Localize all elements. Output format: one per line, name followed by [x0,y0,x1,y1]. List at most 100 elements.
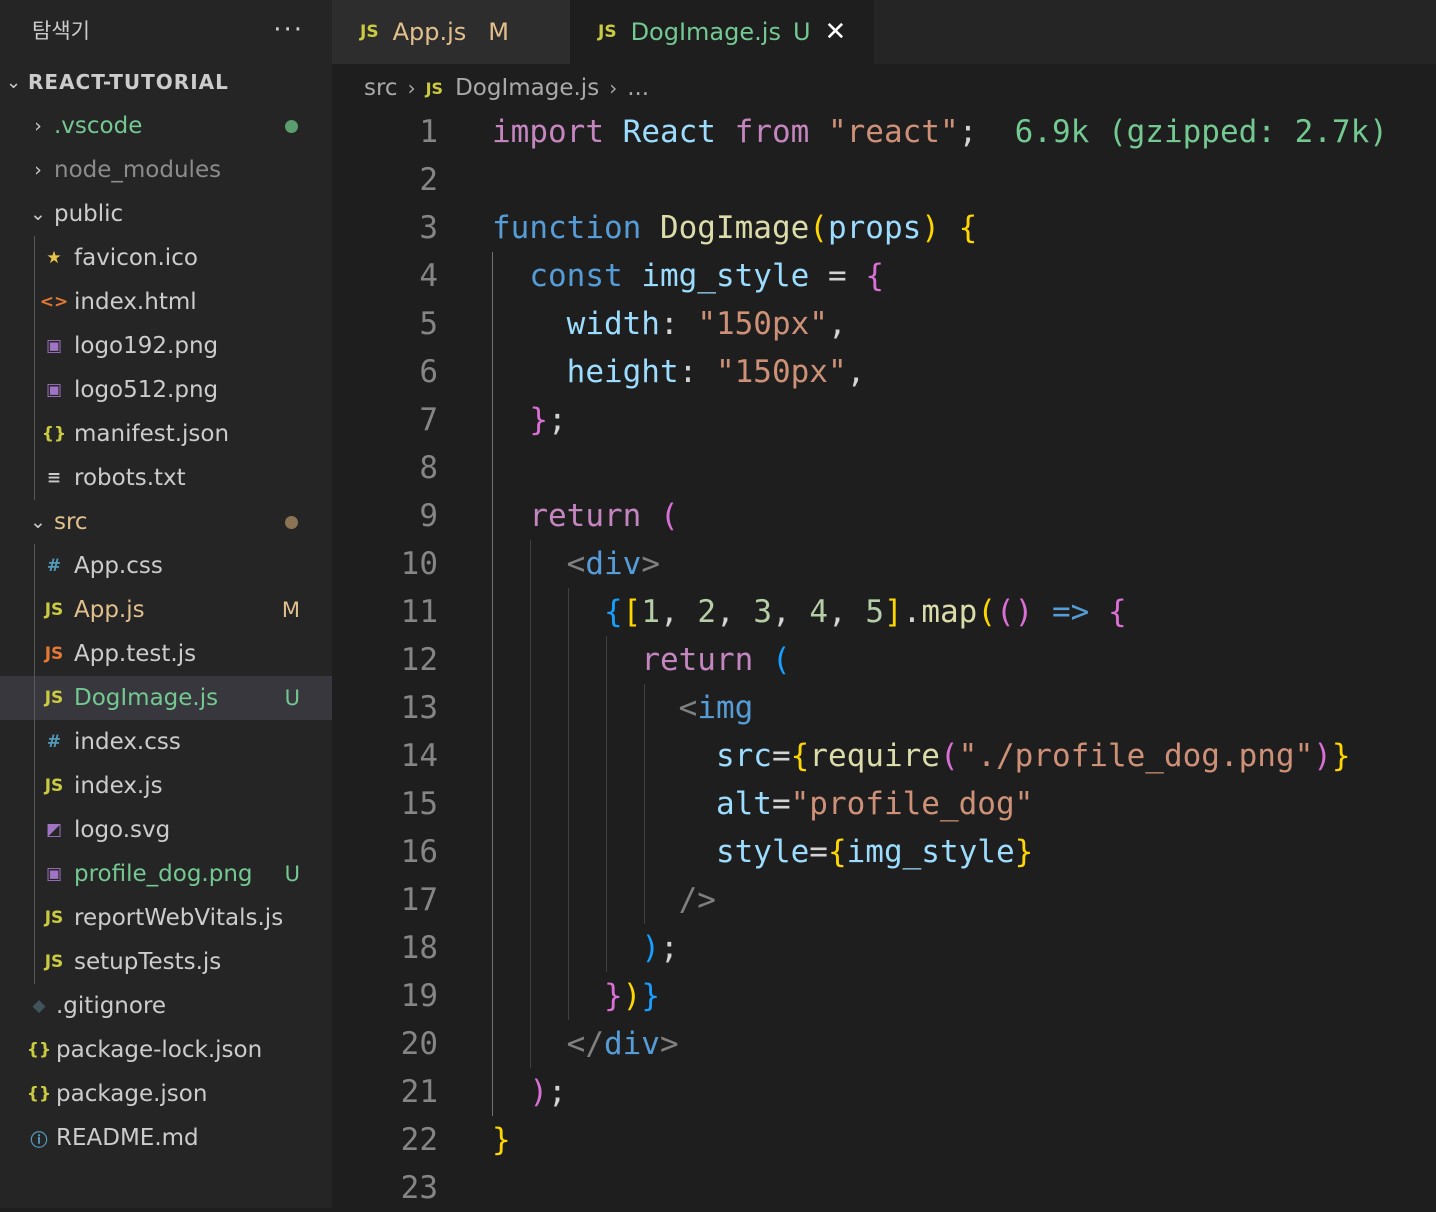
tree-item-robots-txt[interactable]: ≡ robots.txt [0,456,332,500]
json-icon: {} [26,1084,52,1104]
tree-item-label: index.js [74,773,163,799]
tree-item-app-js[interactable]: JS App.js M [0,588,332,632]
git-status-badge: M [281,598,300,622]
tree-item-manifest-json[interactable]: {} manifest.json [0,412,332,456]
tree-item-reportwebvitals-js[interactable]: JS reportWebVitals.js [0,896,332,940]
tree-item-profile-dog-png[interactable]: ▣ profile_dog.png U [0,852,332,896]
js-file-icon: JS [425,78,444,98]
tree-item-label: package.json [56,1081,208,1107]
chevron-down-icon: ⌄ [6,71,23,93]
tree-item-index-html[interactable]: <> index.html [0,280,332,324]
code-line: 19 })} [332,972,1436,1020]
code-indent-guide [644,684,645,924]
code-token: ; [548,1074,567,1110]
code-token: { [1108,594,1127,630]
tree-item-favicon-ico[interactable]: ★ favicon.ico [0,236,332,280]
line-number: 10 [400,546,438,582]
code-token: ; [548,402,567,438]
code-text: style={img_style} [492,828,1033,876]
breadcrumb-folder[interactable]: src [364,75,398,101]
code-line: 1 import React from "react"; 6.9k (gzippe… [332,108,1436,156]
tree-item-node-modules[interactable]: › node_modules [0,148,332,192]
tree-item-vscode[interactable]: › .vscode [0,104,332,148]
tree-item-gitignore[interactable]: ◆ .gitignore [0,984,332,1028]
tree-item-package-json[interactable]: {} package.json [0,1072,332,1116]
code-token: "150px" [697,306,828,342]
tree-item-label: .gitignore [56,993,167,1019]
tree-item-dogimage-js[interactable]: JS DogImage.js U [0,676,332,720]
tab-status-badge: U [792,18,811,46]
line-number: 5 [419,306,438,342]
tree-item-label: public [54,201,124,227]
line-number: 20 [400,1026,438,1062]
code-line: 21 ); [332,1068,1436,1116]
tree-item-src[interactable]: ⌄ src [0,500,332,544]
code-text: })} [492,972,660,1020]
js-icon: JS [44,644,64,664]
tree-item-readme-md[interactable]: ⓘ README.md [0,1116,332,1160]
js-icon: JS [44,688,64,708]
code-token: map [921,594,978,630]
tree-item-logo512-png[interactable]: ▣ logo512.png [0,368,332,412]
code-token: div [585,546,642,582]
code-token: < [678,690,698,726]
tree-item-logo192-png[interactable]: ▣ logo192.png [0,324,332,368]
breadcrumb-file[interactable]: DogImage.js [455,75,599,101]
tree-item-app-test-js[interactable]: JS App.test.js [0,632,332,676]
tree-item-app-css[interactable]: # App.css [0,544,332,588]
tree-item-setuptests-js[interactable]: JS setupTests.js [0,940,332,984]
line-number: 11 [400,594,438,630]
css-icon: # [46,556,62,576]
css-icon: # [46,732,62,752]
tree-item-index-css[interactable]: # index.css [0,720,332,764]
code-text: alt="profile_dog" [492,780,1033,828]
code-indent-guide [606,636,607,972]
code-token: = [771,738,791,774]
svg-icon: ◩ [45,820,63,840]
tab-dogimage-js[interactable]: JS DogImage.js U ✕ [570,0,875,64]
code-line: 2 [332,156,1436,204]
tree-item-logo-svg[interactable]: ◩ logo.svg [0,808,332,852]
workspace-root-folder[interactable]: ⌄ REACT-TUTORIAL [0,60,332,104]
code-token: ( [939,738,959,774]
chevron-right-icon: › [609,76,618,100]
code-line: 23 [332,1164,1436,1212]
code-token: ; [659,930,679,966]
code-token: require [809,738,940,774]
breadcrumb-more[interactable]: ... [627,75,649,101]
close-icon[interactable]: ✕ [825,17,847,47]
tree-item-package-lock-json[interactable]: {} package-lock.json [0,1028,332,1072]
code-token: } [1014,834,1034,870]
tab-app-js[interactable]: JS App.js M [332,0,570,64]
code-token: ( [809,210,828,246]
line-number: 8 [419,450,438,486]
line-number: 23 [400,1170,438,1206]
tree-item-label: logo.svg [74,817,171,843]
image-icon: ▣ [45,864,63,884]
code-line: 16 style={img_style} [332,828,1436,876]
tree-item-label: .vscode [54,113,143,139]
tree-item-index-js[interactable]: JS index.js [0,764,332,808]
more-actions-icon[interactable]: ··· [273,15,304,45]
code-token: } [529,402,548,438]
code-token: img_style [846,834,1015,870]
tree-item-public[interactable]: ⌄ public [0,192,332,236]
code-token: div [603,1026,660,1062]
line-number: 6 [419,354,438,390]
tree-item-label: DogImage.js [74,685,219,711]
js-icon: JS [44,600,64,620]
code-token: "react" [827,114,959,150]
tree-item-label: setupTests.js [74,949,222,975]
code-token: : [678,354,716,390]
code-token: return [529,498,642,534]
code-editor[interactable]: 1 import React from "react"; 6.9k (gzippe… [332,108,1436,1212]
code-token: img [697,690,754,726]
tree-item-label: src [54,509,88,535]
